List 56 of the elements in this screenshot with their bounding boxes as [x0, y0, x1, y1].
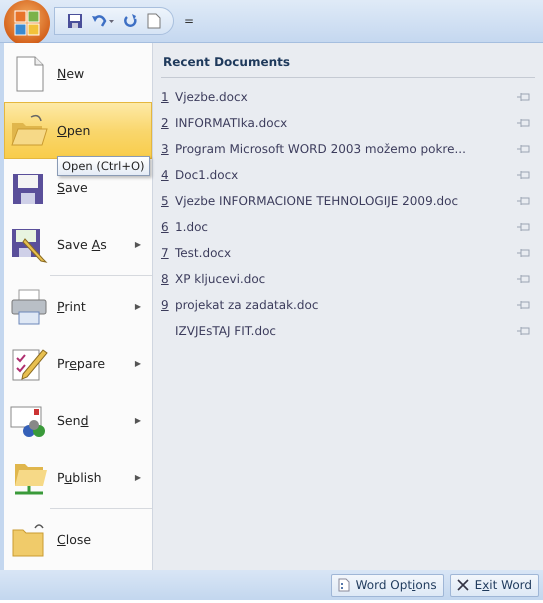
menu-item[interactable]: Send ▶ — [4, 392, 152, 449]
recent-document-link[interactable]: projekat za zadatak.doc — [175, 298, 517, 312]
menu-item[interactable]: Publish ▶ — [4, 449, 152, 506]
document-number: 1 — [161, 90, 170, 104]
menu-item[interactable]: Open — [4, 102, 152, 159]
pin-icon[interactable] — [517, 300, 531, 310]
word-options-button[interactable]: Word Options — [330, 574, 444, 596]
recent-documents-heading: Recent Documents — [161, 51, 535, 78]
pin-icon[interactable] — [517, 144, 531, 154]
pin-icon[interactable] — [517, 118, 531, 128]
recent-document-link[interactable]: IZVJEsTAJ FIT.doc — [175, 324, 517, 338]
document-number: 4 — [161, 168, 170, 182]
pin-icon[interactable] — [517, 326, 531, 336]
recent-document-link[interactable]: Doc1.docx — [175, 168, 517, 182]
office-logo-icon — [14, 10, 40, 36]
customize-toolbar-button[interactable]: = — [184, 14, 194, 28]
submenu-arrow-icon: ▶ — [134, 359, 141, 368]
office-button[interactable] — [4, 0, 50, 46]
pin-icon[interactable] — [517, 274, 531, 284]
recent-document-link[interactable]: Program Microsoft WORD 2003 možemo pokre... — [175, 142, 517, 156]
pin-icon[interactable] — [517, 92, 531, 102]
submenu-arrow-icon: ▶ — [134, 240, 141, 249]
close-icon — [456, 579, 469, 591]
exit-word-button[interactable]: Exit Word — [450, 574, 539, 596]
recent-document-link[interactable]: XP kljucevi.doc — [175, 272, 517, 286]
menu-item[interactable]: Print ▶ — [4, 278, 152, 335]
recent-document-link[interactable]: Vjezbe INFORMACIONE TEHNOLOGIJE 2009.doc — [175, 194, 517, 208]
document-number: 2 — [161, 116, 170, 130]
menu-item[interactable]: New — [4, 45, 152, 102]
pin-icon[interactable] — [517, 222, 531, 232]
recent-document-link[interactable]: Test.docx — [175, 246, 517, 260]
pin-icon[interactable] — [517, 170, 531, 180]
undo-icon[interactable] — [91, 13, 115, 29]
submenu-arrow-icon: ▶ — [134, 416, 141, 425]
new-document-icon[interactable] — [147, 13, 161, 29]
tooltip: Open (Ctrl+O) — [57, 156, 150, 176]
document-number: 3 — [161, 142, 170, 156]
menu-item[interactable]: Prepare ▶ — [4, 335, 152, 392]
document-number: 9 — [161, 298, 170, 312]
pin-icon[interactable] — [517, 248, 531, 258]
recent-document-link[interactable]: 1.doc — [175, 220, 517, 234]
submenu-arrow-icon: ▶ — [134, 473, 141, 482]
document-number: 7 — [161, 246, 170, 260]
recent-document-link[interactable]: Vjezbe.docx — [175, 90, 517, 104]
document-number: 6 — [161, 220, 170, 234]
pin-icon[interactable] — [517, 196, 531, 206]
save-icon[interactable] — [67, 13, 83, 29]
document-number: 8 — [161, 272, 170, 286]
redo-icon[interactable] — [123, 13, 139, 29]
submenu-arrow-icon: ▶ — [134, 302, 141, 311]
menu-item[interactable]: Save As ▶ — [4, 216, 152, 273]
document-number: 5 — [161, 194, 170, 208]
options-icon — [338, 578, 350, 592]
printer-icon — [9, 286, 49, 326]
recent-document-link[interactable]: INFORMATIka.docx — [175, 116, 517, 130]
menu-item[interactable]: Close — [4, 511, 152, 568]
